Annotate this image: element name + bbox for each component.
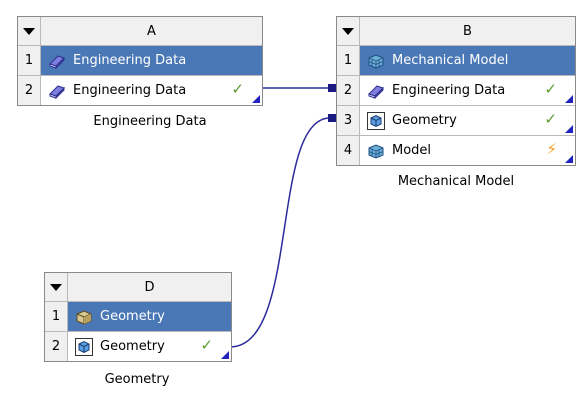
row-number: 2 (45, 332, 68, 361)
system-a-menu-arrow[interactable] (18, 17, 41, 45)
refresh-required-lightning-icon: ⚡ (546, 140, 557, 158)
up-to-date-check-icon: ✓ (544, 110, 557, 128)
system-a-engineering-data[interactable]: A 1 Engineering Data 2 Engineering Data … (17, 16, 263, 106)
row-number: 1 (337, 46, 360, 75)
up-to-date-check-icon: ✓ (200, 336, 213, 354)
system-d-letter: D (68, 273, 231, 301)
row-number: 3 (337, 106, 360, 135)
row-number: 2 (18, 76, 41, 105)
connection-handle-icon[interactable] (252, 95, 260, 103)
system-a-header: A (18, 17, 262, 45)
cell-label: Engineering Data (73, 53, 187, 68)
cell-label: Geometry (100, 339, 165, 354)
engineering-data-book-icon (366, 81, 386, 101)
system-b-row-1[interactable]: 1 Mechanical Model (337, 45, 575, 75)
system-a-caption[interactable]: Engineering Data (17, 114, 283, 129)
system-d-menu-arrow[interactable] (45, 273, 68, 301)
system-a-letter: A (41, 17, 262, 45)
system-b-row-4[interactable]: 4 Model ⚡ (337, 135, 575, 165)
geometry-cube-icon (366, 111, 386, 131)
system-b-row-2[interactable]: 2 Engineering Data ✓ (337, 75, 575, 105)
up-to-date-check-icon: ✓ (231, 80, 244, 98)
engineering-data-book-icon (47, 81, 67, 101)
system-d-caption[interactable]: Geometry (44, 372, 230, 387)
engineering-data-book-icon (47, 51, 67, 71)
geometry-cube-icon (74, 337, 94, 357)
system-d-row-1[interactable]: 1 Geometry (45, 301, 231, 331)
cell-label: Geometry (392, 113, 457, 128)
up-to-date-check-icon: ✓ (544, 80, 557, 98)
system-b-row-3[interactable]: 3 Geometry ✓ (337, 105, 575, 135)
cell-label: Model (392, 143, 432, 158)
row-number: 2 (337, 76, 360, 105)
link-endpoint-b2 (328, 84, 336, 92)
row-number: 4 (337, 136, 360, 165)
link-geometry (229, 117, 331, 348)
mechanical-model-mesh-icon (366, 51, 386, 71)
system-b-mechanical-model[interactable]: B 1 Mechanical Model 2 Engineering Data … (336, 16, 576, 166)
system-b-letter: B (360, 17, 575, 45)
connection-handle-icon[interactable] (565, 125, 573, 133)
row-number: 1 (18, 46, 41, 75)
dropdown-arrow-icon (342, 27, 354, 35)
connection-handle-icon[interactable] (221, 351, 229, 359)
system-d-geometry[interactable]: D 1 Geometry 2 Geometry ✓ (44, 272, 232, 362)
system-d-header: D (45, 273, 231, 301)
cell-label: Engineering Data (392, 83, 506, 98)
connection-handle-icon[interactable] (565, 155, 573, 163)
row-number: 1 (45, 302, 68, 331)
system-a-row-2[interactable]: 2 Engineering Data ✓ (18, 75, 262, 105)
model-mesh-icon (366, 141, 386, 161)
dropdown-arrow-icon (23, 27, 35, 35)
cell-label: Mechanical Model (392, 53, 509, 68)
system-a-row-1[interactable]: 1 Engineering Data (18, 45, 262, 75)
system-b-header: B (337, 17, 575, 45)
cell-label: Geometry (100, 309, 165, 324)
geometry-box-icon (74, 307, 94, 327)
link-endpoint-b3 (328, 114, 336, 122)
dropdown-arrow-icon (50, 283, 62, 291)
cell-label: Engineering Data (73, 83, 187, 98)
system-b-menu-arrow[interactable] (337, 17, 360, 45)
system-b-caption[interactable]: Mechanical Model (336, 174, 576, 189)
system-d-row-2[interactable]: 2 Geometry ✓ (45, 331, 231, 361)
connection-handle-icon[interactable] (565, 95, 573, 103)
